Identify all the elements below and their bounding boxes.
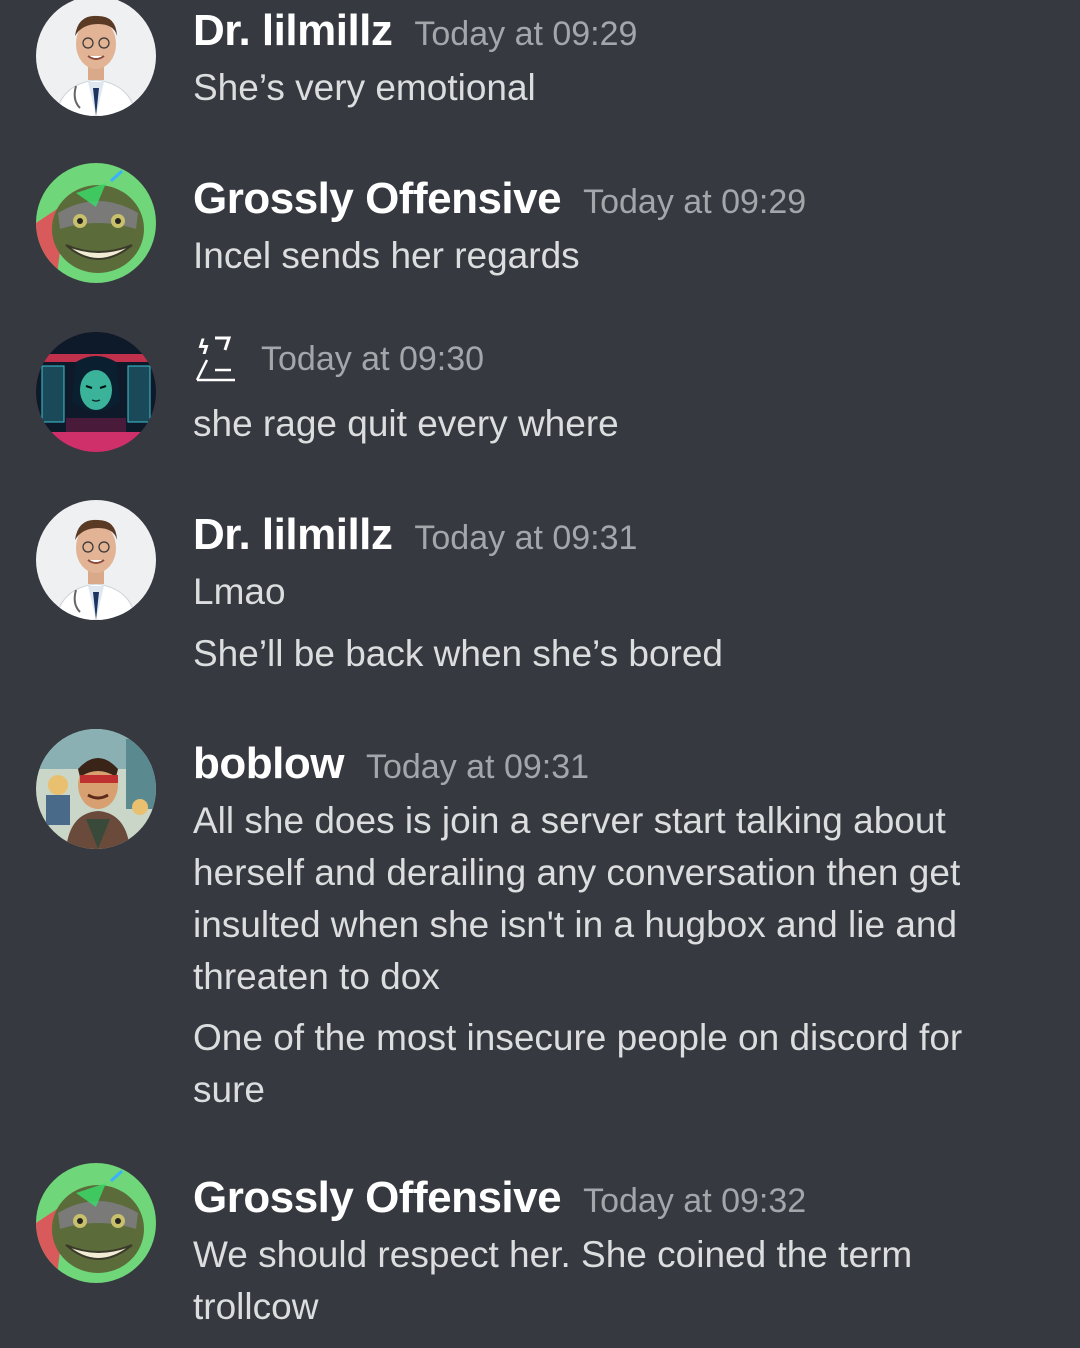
message-text: One of the most insecure people on disco… — [193, 1017, 963, 1110]
message-text: She’s very emotional — [193, 67, 536, 108]
turtle-avatar[interactable] — [36, 1163, 156, 1283]
username-glyph[interactable]: ϟ — [193, 334, 239, 384]
timestamp: Today at 09:31 — [414, 519, 638, 557]
doctor-avatar[interactable] — [36, 0, 156, 116]
timestamp: Today at 09:29 — [414, 15, 638, 53]
anime-avatar[interactable] — [36, 729, 156, 849]
message-text: All she does is join a server start talk… — [193, 800, 961, 997]
username[interactable]: Dr. lilmillz — [193, 6, 393, 55]
message-text: She’ll be back when she’s bored — [193, 633, 723, 674]
turtle-avatar[interactable] — [36, 163, 156, 283]
svg-text:ϟ: ϟ — [197, 335, 210, 359]
glyph-icon: ϟ — [195, 335, 235, 382]
username[interactable]: Grossly Offensive — [193, 174, 562, 223]
timestamp: Today at 09:31 — [365, 748, 590, 786]
message-text: she rage quit every where — [193, 403, 619, 444]
username[interactable]: Dr. lilmillz — [193, 510, 393, 559]
timestamp: Today at 09:30 — [261, 339, 485, 378]
message-text: Incel sends her regards — [193, 235, 580, 276]
timestamp: Today at 09:29 — [583, 183, 807, 221]
message-text: Lmao — [193, 571, 286, 612]
cyber-avatar[interactable] — [36, 332, 156, 452]
doctor-avatar[interactable] — [36, 500, 156, 620]
message-text: We should respect her. She coined the te… — [193, 1234, 913, 1327]
username[interactable]: Grossly Offensive — [193, 1173, 562, 1222]
username[interactable]: boblow — [193, 739, 344, 788]
timestamp: Today at 09:32 — [583, 1182, 807, 1220]
